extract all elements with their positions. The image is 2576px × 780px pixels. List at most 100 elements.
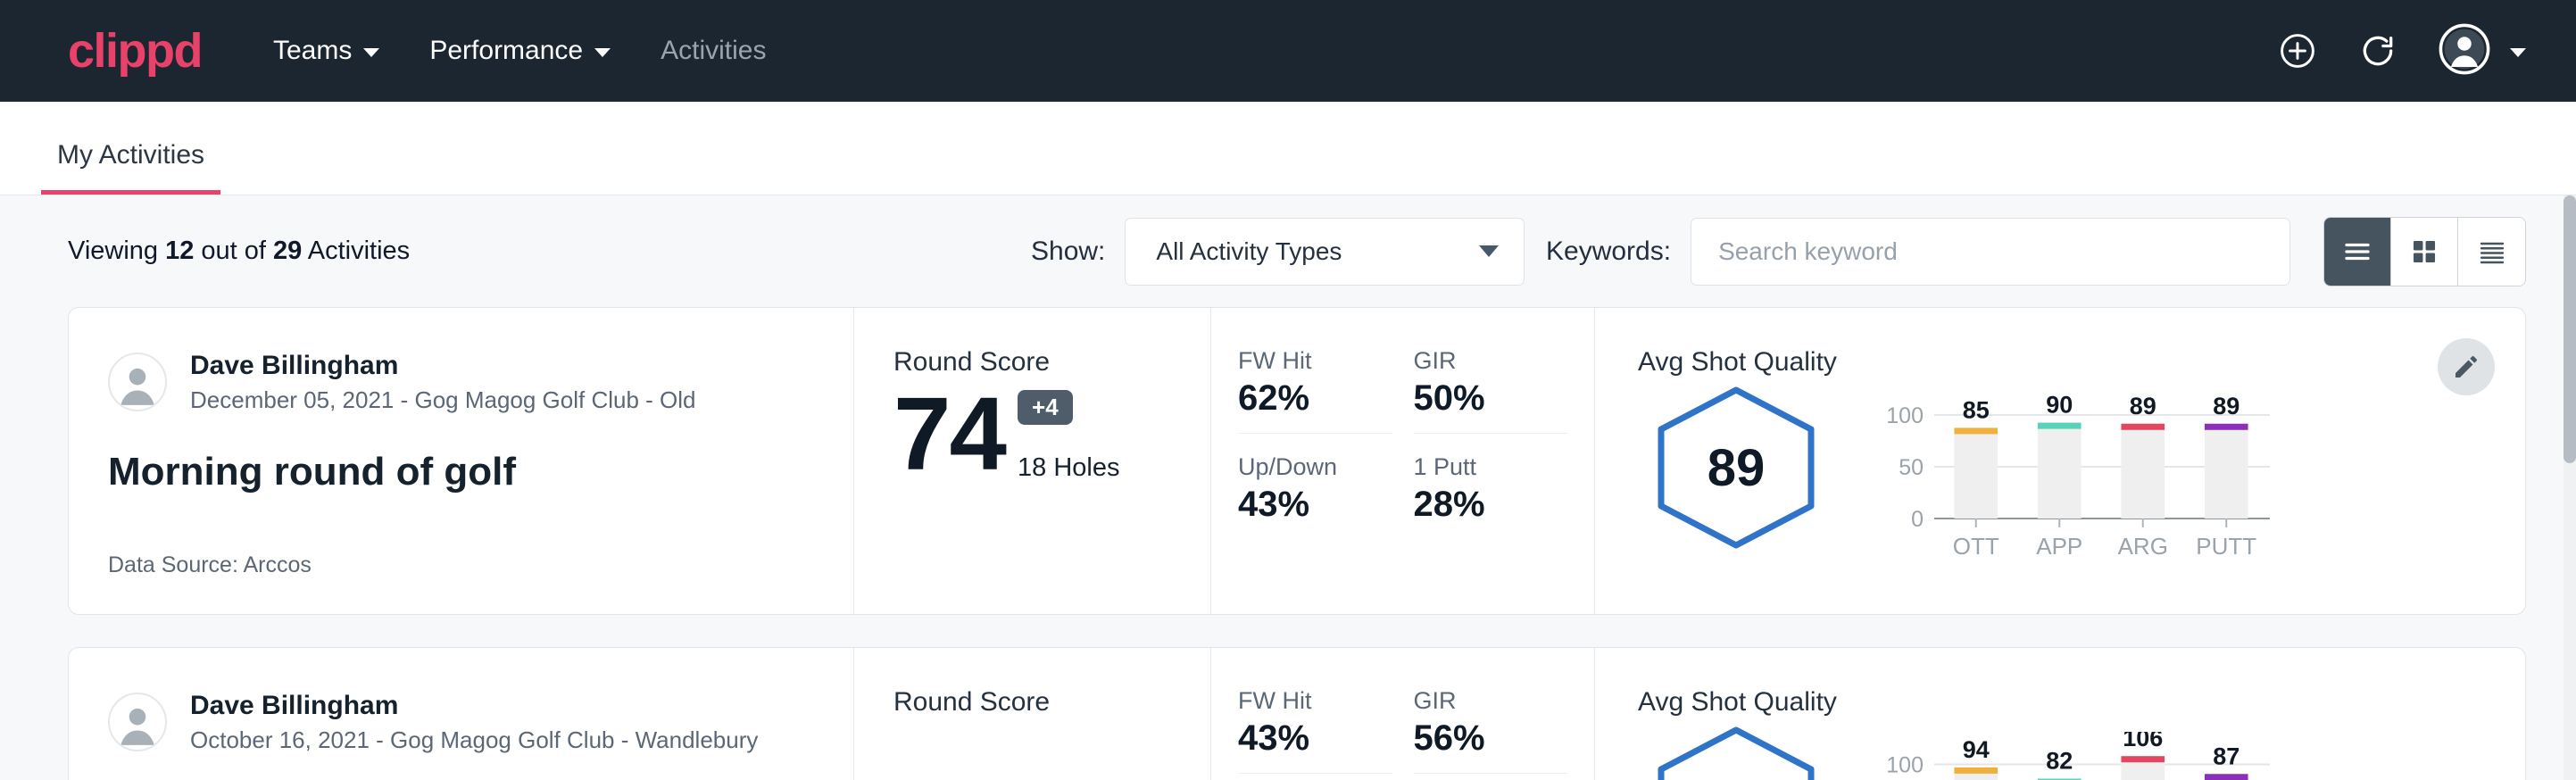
svg-text:OTT: OTT — [1953, 533, 1999, 560]
round-score-value: 74 — [893, 385, 1005, 483]
stat-fw-hit-value: 43% — [1238, 718, 1392, 759]
stat-gir-value: 56% — [1414, 718, 1568, 759]
viewing-total: 29 — [273, 236, 302, 265]
round-stats-column: FW Hit 62% GIR 50% Up/Down 43% 1 Putt 28… — [1211, 308, 1595, 614]
activity-player-name: Dave Billingham — [190, 349, 696, 383]
page-scrollbar[interactable] — [2564, 195, 2576, 780]
svg-text:100: 100 — [1886, 403, 1924, 428]
avg-shot-quality-column: Avg Shot Quality 89 05010085OTT90APP89AR… — [1595, 308, 2525, 614]
stat-up-down-value: 43% — [1238, 485, 1392, 525]
nav-item-activities-label: Activities — [661, 36, 766, 66]
edit-activity-button[interactable] — [2438, 338, 2495, 395]
avg-shot-quality-hexagon — [1647, 723, 1825, 780]
svg-text:94: 94 — [1963, 736, 1990, 763]
clippd-logo[interactable]: clippd — [68, 27, 202, 75]
activity-type-select-value: All Activity Types — [1156, 237, 1342, 266]
avg-shot-quality-hexagon: 89 — [1647, 383, 1825, 552]
activity-card[interactable]: Dave Billingham October 16, 2021 - Gog M… — [68, 647, 2526, 780]
nav-item-performance-label: Performance — [429, 36, 583, 66]
shot-quality-bar-chart: 05010085OTT90APP89ARG89PUTT — [1882, 392, 2275, 566]
bar-ARG — [2121, 427, 2165, 519]
search-input[interactable] — [1691, 218, 2290, 286]
svg-text:90: 90 — [2046, 392, 2073, 419]
account-avatar-icon — [2439, 23, 2490, 79]
activity-card[interactable]: Dave Billingham December 05, 2021 - Gog … — [68, 307, 2526, 615]
activity-data-source: Data Source: Arccos — [108, 552, 814, 578]
bar-chart-svg: 05010085OTT90APP89ARG89PUTT — [1882, 392, 2275, 561]
svg-text:82: 82 — [2046, 748, 2073, 775]
tab-my-activities-label: My Activities — [57, 140, 204, 170]
stat-gir-label: GIR — [1414, 687, 1568, 715]
show-label: Show: — [1031, 236, 1105, 267]
bar-OTT — [1954, 430, 1998, 519]
stat-one-putt-label: 1 Putt — [1414, 453, 1568, 481]
round-score-side: +4 18 Holes — [1018, 390, 1119, 483]
avg-shot-quality-body: 89 05010085OTT90APP89ARG89PUTT — [1638, 383, 2489, 566]
avg-shot-quality-label: Avg Shot Quality — [1638, 687, 2489, 718]
account-menu[interactable] — [2439, 23, 2526, 79]
score-to-par-badge: +4 — [1018, 390, 1073, 425]
view-mode-compact-button[interactable] — [2458, 218, 2525, 286]
chevron-down-icon — [363, 48, 379, 57]
activity-meta: December 05, 2021 - Gog Magog Golf Club … — [190, 385, 696, 416]
avatar — [108, 693, 167, 751]
stat-fw-hit-label: FW Hit — [1238, 687, 1392, 715]
svg-text:100: 100 — [1886, 753, 1924, 778]
avg-shot-quality-body: 05010094OTT82APP106ARG87PUTT — [1638, 723, 2489, 780]
svg-text:106: 106 — [2123, 732, 2163, 751]
svg-text:89: 89 — [2130, 393, 2156, 419]
stat-fw-hit: FW Hit 43% — [1238, 687, 1392, 774]
scrollbar-thumb[interactable] — [2564, 195, 2576, 463]
viewing-middle: out of — [194, 236, 273, 265]
avatar — [108, 353, 167, 411]
keywords-group: Keywords: — [1546, 218, 2290, 286]
stat-gir: GIR 50% — [1414, 347, 1568, 434]
nav-item-teams[interactable]: Teams — [273, 36, 379, 66]
nav-actions — [2278, 0, 2526, 102]
activity-type-select[interactable]: All Activity Types — [1125, 218, 1525, 286]
svg-text:85: 85 — [1963, 396, 1990, 423]
view-mode-grid-button[interactable] — [2391, 218, 2458, 286]
avg-shot-quality-label: Avg Shot Quality — [1638, 347, 2489, 378]
viewing-count: 12 — [165, 236, 194, 265]
round-score-label: Round Score — [893, 347, 1210, 378]
chevron-down-icon — [2510, 48, 2526, 57]
avg-shot-quality-column: Avg Shot Quality 05010094OTT82APP106ARG8… — [1595, 648, 2525, 780]
stat-fw-hit-value: 62% — [1238, 378, 1392, 419]
svg-text:APP: APP — [2036, 533, 2082, 560]
round-score-column: Round Score — [854, 648, 1211, 780]
stat-gir: GIR 56% — [1414, 687, 1568, 774]
activity-summary-column: Dave Billingham October 16, 2021 - Gog M… — [69, 648, 854, 780]
round-score-column: Round Score 74 +4 18 Holes — [854, 308, 1211, 614]
activity-author: Dave Billingham October 16, 2021 - Gog M… — [108, 689, 814, 756]
svg-text:ARG: ARG — [2118, 533, 2168, 560]
primary-nav-items: Teams Performance Activities — [273, 36, 766, 66]
activity-title: Morning round of golf — [108, 450, 814, 494]
activity-author-text: Dave Billingham October 16, 2021 - Gog M… — [190, 689, 758, 756]
keywords-label: Keywords: — [1546, 236, 1671, 267]
refresh-icon[interactable] — [2358, 31, 2397, 71]
view-mode-list-button[interactable] — [2324, 218, 2391, 286]
stat-fw-hit-label: FW Hit — [1238, 347, 1392, 375]
top-navigation-bar: clippd Teams Performance Activities — [0, 0, 2576, 102]
stat-up-down-label: Up/Down — [1238, 453, 1392, 481]
svg-text:87: 87 — [2213, 743, 2239, 769]
stat-gir-label: GIR — [1414, 347, 1568, 375]
nav-item-performance[interactable]: Performance — [429, 36, 611, 66]
tab-strip: My Activities — [0, 102, 2576, 195]
svg-text:0: 0 — [1911, 507, 1924, 532]
tab-my-activities[interactable]: My Activities — [41, 140, 220, 195]
viewing-summary: Viewing 12 out of 29 Activities — [68, 236, 410, 266]
activity-author-text: Dave Billingham December 05, 2021 - Gog … — [190, 349, 696, 416]
nav-item-teams-label: Teams — [273, 36, 352, 66]
svg-text:PUTT: PUTT — [2196, 533, 2256, 560]
bar-chart-svg: 05010094OTT82APP106ARG87PUTT — [1882, 732, 2275, 780]
add-circle-icon[interactable] — [2278, 31, 2317, 71]
stat-one-putt-value: 28% — [1414, 485, 1568, 525]
show-filter-group: Show: All Activity Types — [1031, 218, 1525, 286]
shot-quality-bar-chart: 05010094OTT82APP106ARG87PUTT — [1882, 732, 2275, 780]
stat-one-putt: 1 Putt 28% — [1414, 453, 1568, 539]
activity-card-list: Dave Billingham December 05, 2021 - Gog … — [0, 307, 2576, 780]
svg-text:89: 89 — [2213, 393, 2239, 419]
nav-item-activities[interactable]: Activities — [661, 36, 766, 66]
